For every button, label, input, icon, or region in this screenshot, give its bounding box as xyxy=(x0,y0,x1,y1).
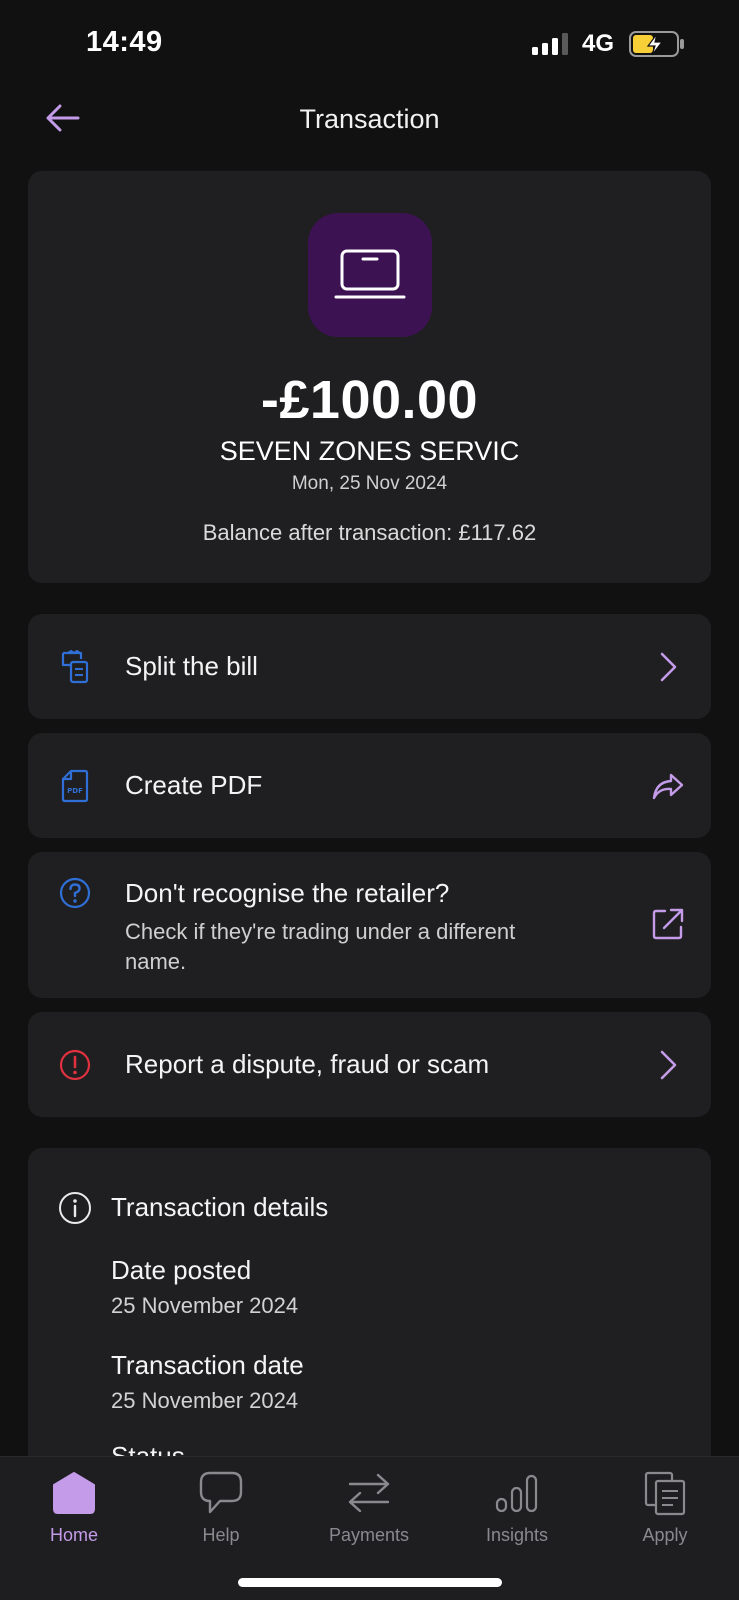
battery-charging-icon xyxy=(629,31,684,57)
date-posted-label: Date posted xyxy=(111,1255,252,1285)
info-icon xyxy=(59,1192,91,1224)
home-icon xyxy=(50,1469,98,1517)
signal-strength-icon xyxy=(532,33,568,55)
transaction-details-title: Transaction details xyxy=(111,1192,329,1222)
chevron-right-icon xyxy=(651,650,685,684)
chevron-right-icon xyxy=(651,1048,685,1082)
dont-recognise-retailer-subtitle: Check if they're trading under a differe… xyxy=(125,919,516,974)
split-the-bill-button[interactable]: Split the bill xyxy=(28,614,711,719)
tab-help[interactable]: Help xyxy=(147,1457,295,1557)
transaction-summary-card: -£100.00 SEVEN ZONES SERVIC Mon, 25 Nov … xyxy=(28,171,711,583)
svg-text:PDF: PDF xyxy=(67,787,83,795)
tab-insights-label: Insights xyxy=(485,1525,549,1545)
share-icon xyxy=(651,769,685,803)
date-posted-value: 25 November 2024 xyxy=(111,1293,299,1318)
transaction-date-value: 25 November 2024 xyxy=(111,1388,299,1413)
nav-bar: Transaction xyxy=(0,90,739,150)
tab-insights[interactable]: Insights xyxy=(443,1457,591,1557)
question-circle-icon xyxy=(58,876,92,910)
status-time: 14:49 xyxy=(86,26,163,58)
transaction-date: Mon, 25 Nov 2024 xyxy=(291,473,448,494)
laptop-icon xyxy=(334,249,406,299)
tab-apply-label: Apply xyxy=(642,1525,688,1545)
merchant-category-badge xyxy=(308,213,432,337)
documents-icon xyxy=(641,1469,689,1517)
home-indicator[interactable] xyxy=(238,1578,502,1587)
tab-payments-label: Payments xyxy=(328,1525,410,1545)
page-title: Transaction xyxy=(299,104,440,134)
tab-help-label: Help xyxy=(202,1525,240,1545)
external-link-icon xyxy=(651,907,685,941)
chat-bubble-icon xyxy=(197,1469,245,1517)
tab-apply[interactable]: Apply xyxy=(591,1457,739,1557)
tab-payments[interactable]: Payments xyxy=(295,1457,443,1557)
balance-after-transaction: Balance after transaction: £117.62 xyxy=(202,520,537,545)
split-the-bill-label: Split the bill xyxy=(125,651,258,681)
report-dispute-button[interactable]: Report a dispute, fraud or scam xyxy=(28,1012,711,1117)
status-bar: 14:49 4G xyxy=(0,0,739,90)
merchant-name: SEVEN ZONES SERVIC xyxy=(219,436,520,466)
transaction-date-label: Transaction date xyxy=(111,1350,304,1380)
transaction-amount: -£100.00 xyxy=(260,370,479,430)
report-dispute-label: Report a dispute, fraud or scam xyxy=(125,1049,490,1079)
network-type: 4G xyxy=(582,30,615,57)
create-pdf-label: Create PDF xyxy=(125,770,263,800)
transfer-arrows-icon xyxy=(345,1469,393,1517)
dont-recognise-retailer-label: Don't recognise the retailer? xyxy=(125,878,450,908)
tab-home[interactable]: Home xyxy=(0,1457,148,1557)
pdf-document-icon: PDF xyxy=(58,769,92,803)
dont-recognise-retailer-button[interactable]: Don't recognise the retailer? Check if t… xyxy=(28,852,711,998)
tab-home-label: Home xyxy=(49,1525,98,1545)
alert-circle-icon xyxy=(58,1048,92,1082)
create-pdf-button[interactable]: PDF Create PDF xyxy=(28,733,711,838)
transaction-details-card: Transaction details Date posted 25 Novem… xyxy=(28,1148,711,1478)
insights-bars-icon xyxy=(493,1469,541,1517)
receipt-icon xyxy=(58,650,92,684)
